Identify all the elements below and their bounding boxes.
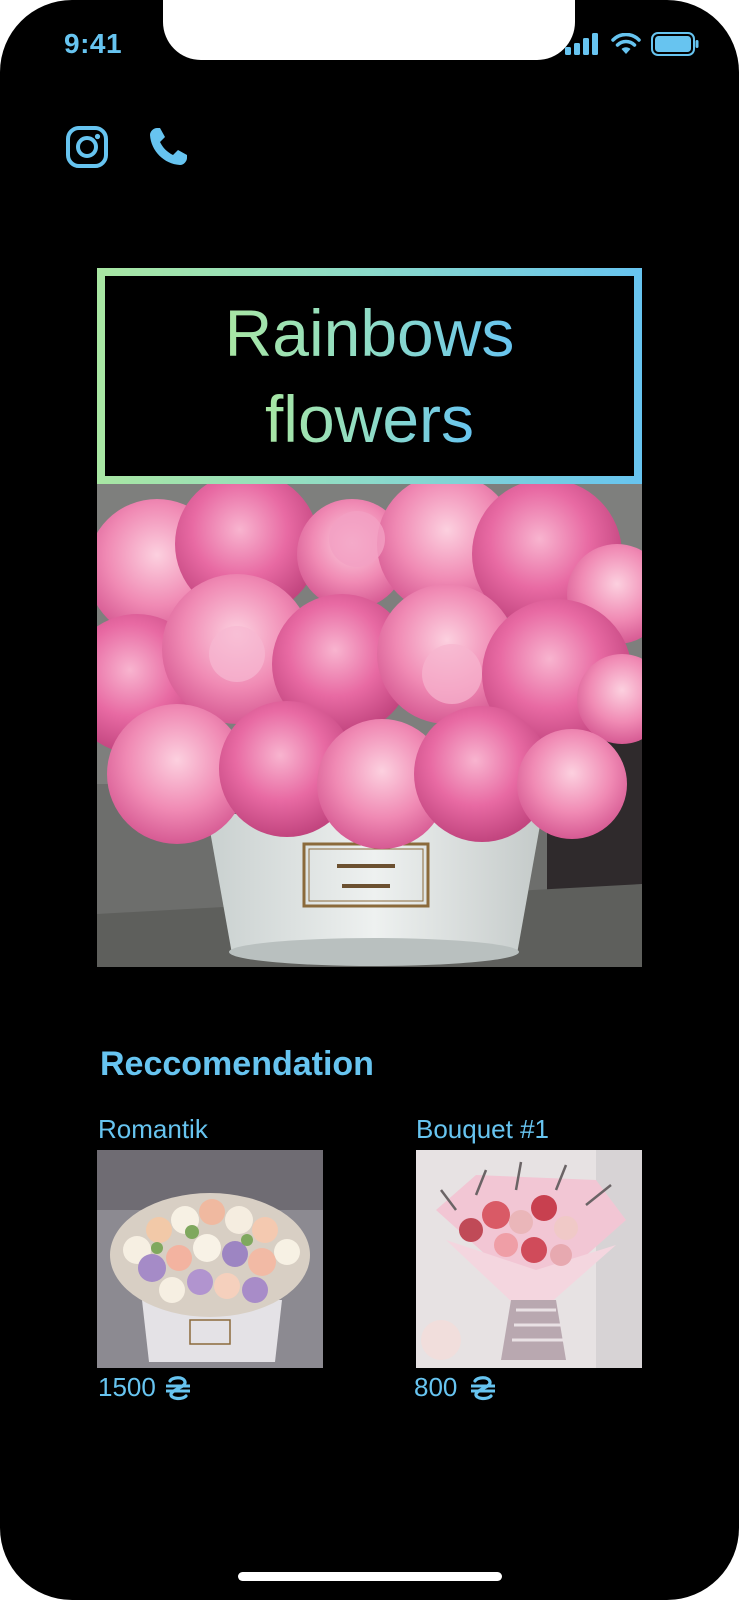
price-value: 1500 bbox=[98, 1372, 156, 1402]
phone-screen: 9:41 Rainbows flowers Reccomendation Rom… bbox=[0, 0, 739, 1600]
title-line-1: Rainbows bbox=[225, 290, 515, 376]
product-name-romantik[interactable]: Romantik bbox=[98, 1114, 208, 1145]
phone-icon[interactable] bbox=[146, 125, 190, 169]
product-price-bouquet-1: 800 bbox=[414, 1372, 497, 1403]
signal-icon bbox=[565, 33, 598, 55]
recommendation-title: Reccomendation bbox=[100, 1045, 374, 1083]
battery-icon bbox=[651, 32, 699, 56]
product-price-romantik: 1500 bbox=[98, 1372, 192, 1403]
product-image-romantik[interactable] bbox=[97, 1150, 323, 1368]
home-indicator[interactable] bbox=[238, 1572, 502, 1581]
status-time: 9:41 bbox=[64, 28, 123, 59]
notch bbox=[163, 0, 575, 60]
hryvnia-icon bbox=[165, 1375, 190, 1400]
title-line-2: flowers bbox=[265, 376, 474, 462]
wifi-icon bbox=[611, 33, 641, 54]
status-icons bbox=[565, 32, 699, 56]
title-banner: Rainbows flowers bbox=[97, 268, 642, 484]
instagram-icon[interactable] bbox=[65, 125, 109, 169]
hryvnia-icon bbox=[471, 1375, 496, 1400]
product-image-bouquet-1[interactable] bbox=[416, 1150, 642, 1368]
hero-image bbox=[97, 484, 642, 967]
title-inner: Rainbows flowers bbox=[105, 276, 634, 476]
product-name-bouquet-1[interactable]: Bouquet #1 bbox=[416, 1114, 549, 1145]
price-value: 800 bbox=[414, 1372, 458, 1402]
